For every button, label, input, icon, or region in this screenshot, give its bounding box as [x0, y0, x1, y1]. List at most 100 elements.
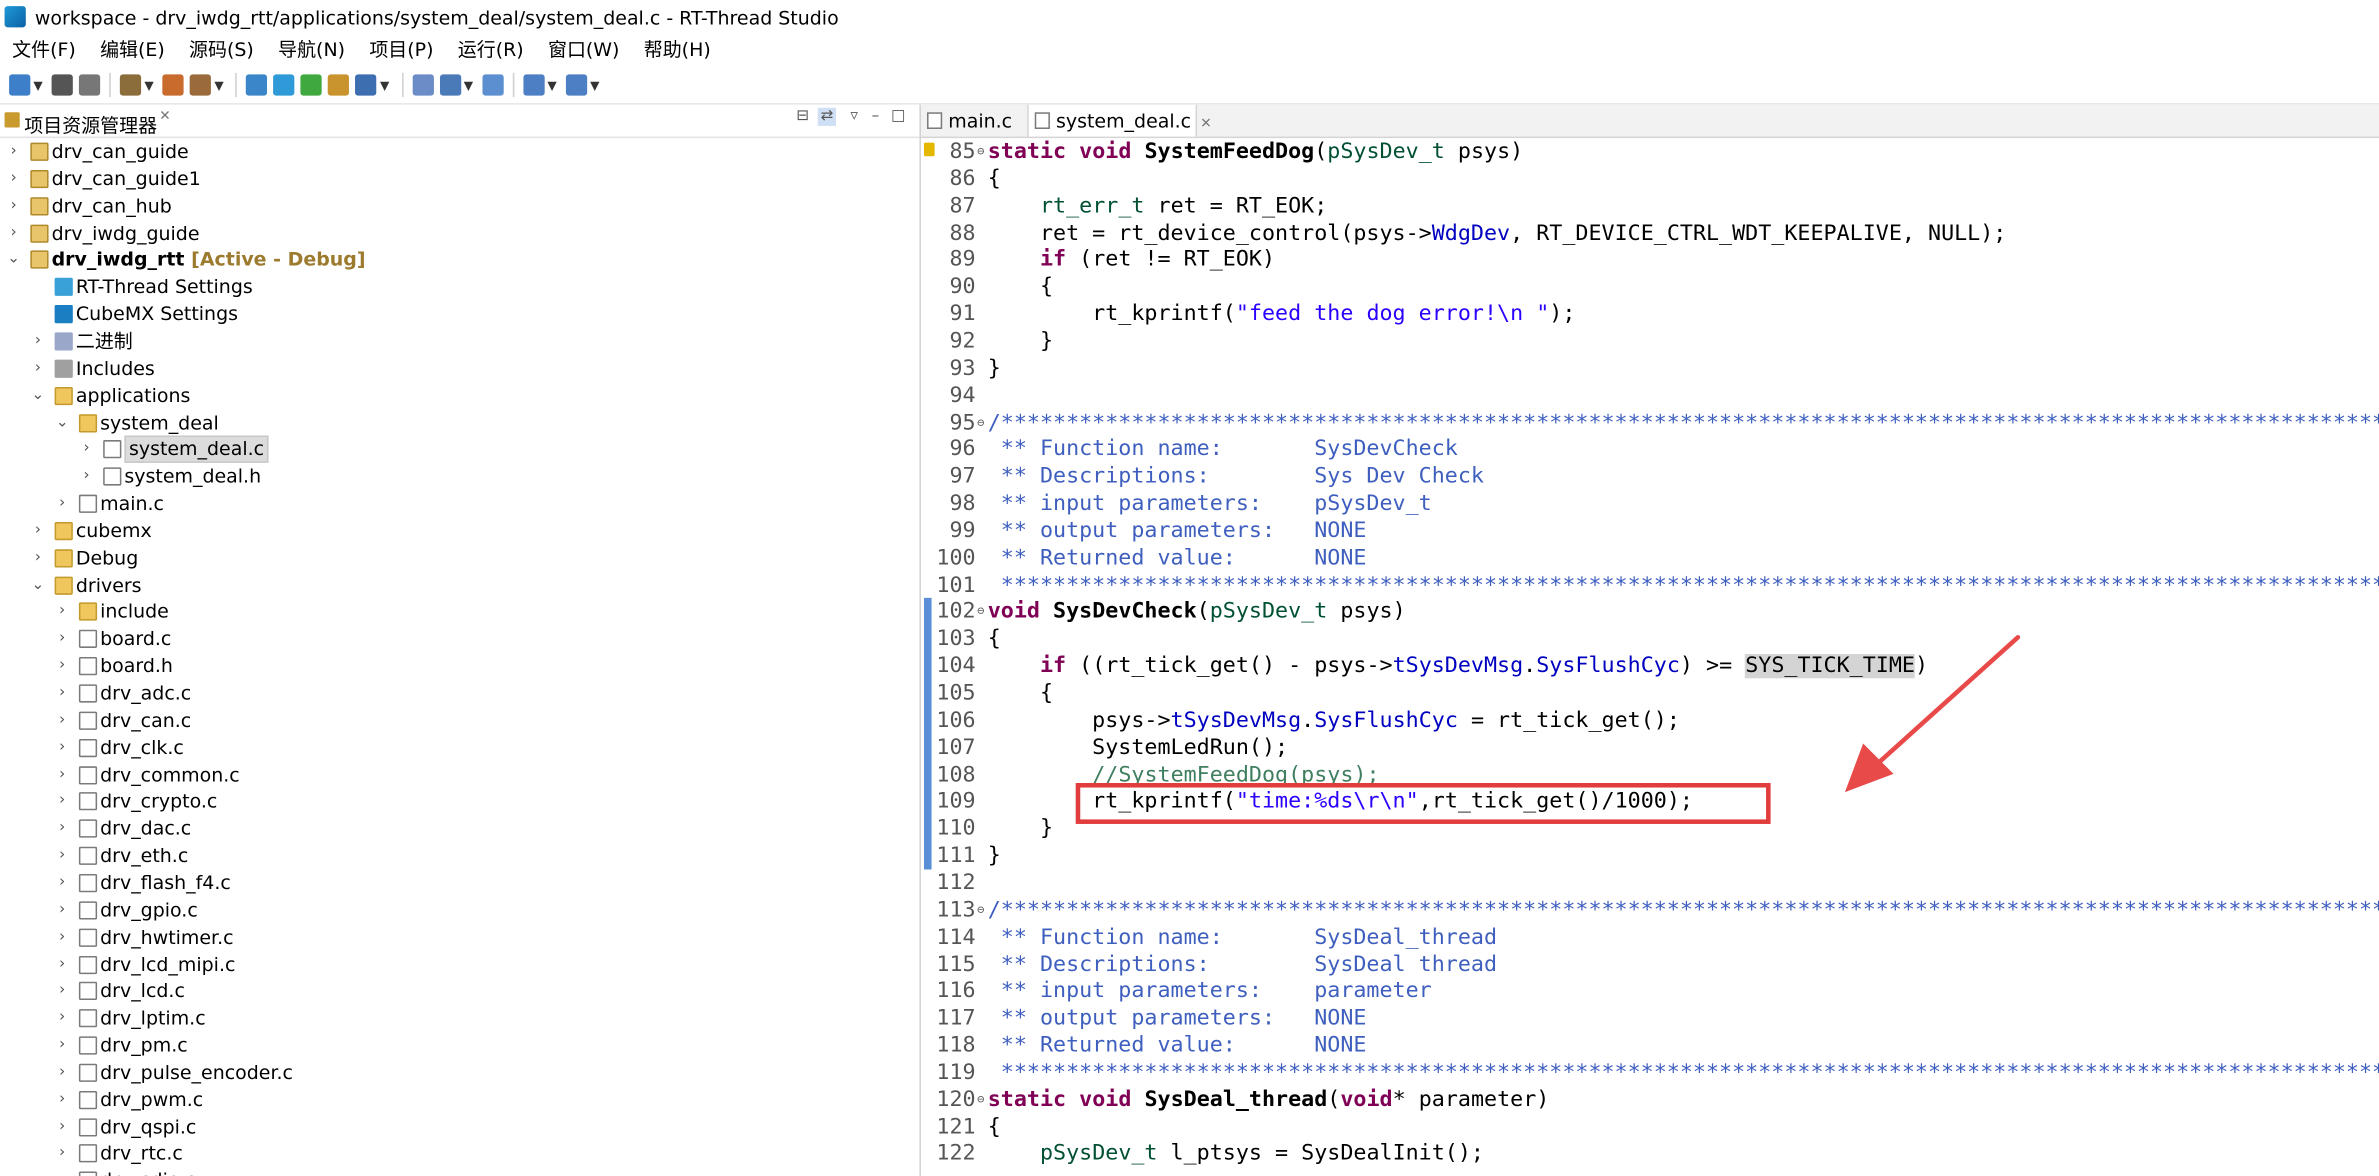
tree-item[interactable]: › Includes — [0, 355, 919, 382]
tree-arrow-icon[interactable]: › — [6, 165, 21, 192]
editor-tab[interactable]: system_deal.c ✕ — [1027, 104, 1212, 137]
tree-item[interactable]: ⌄ system_deal — [0, 409, 919, 436]
tree-item[interactable]: › drv_common.c — [0, 761, 919, 788]
tree-arrow-icon[interactable]: › — [55, 761, 70, 788]
tree-item[interactable]: › drv_qspi.c — [0, 1113, 919, 1140]
menu-item[interactable]: 窗口(W) — [536, 33, 632, 66]
tree-item[interactable]: › board.h — [0, 653, 919, 680]
tree-item[interactable]: › board.c — [0, 626, 919, 653]
tree-item[interactable]: › drv_can_guide — [0, 138, 919, 165]
menu-item[interactable]: 帮助(H) — [632, 33, 723, 66]
tree-arrow-icon[interactable]: › — [55, 734, 70, 761]
tree-arrow-icon[interactable]: › — [55, 490, 70, 517]
menu-item[interactable]: 源码(S) — [177, 33, 266, 66]
tree-arrow-icon[interactable]: › — [30, 355, 45, 382]
back-dropdown-icon[interactable]: ▼ — [547, 78, 556, 92]
tree-item[interactable]: › drv_gpio.c — [0, 896, 919, 923]
tree-item[interactable]: ⌄ drivers — [0, 571, 919, 598]
fold-icon[interactable]: ⊖ — [977, 1086, 986, 1113]
menu-item[interactable]: 编辑(E) — [88, 33, 177, 66]
tree-item[interactable]: › drv_can_hub — [0, 192, 919, 219]
tree-item[interactable]: › include — [0, 599, 919, 626]
tree-arrow-icon[interactable]: › — [55, 1086, 70, 1113]
new-dropdown-icon[interactable]: ▼ — [33, 78, 42, 92]
tree-item[interactable]: ⌄ drv_iwdg_rtt [Active - Debug] — [0, 246, 919, 273]
tree-arrow-icon[interactable]: › — [55, 707, 70, 734]
tree-item[interactable]: › drv_lcd.c — [0, 978, 919, 1005]
tree-arrow-icon[interactable]: › — [30, 517, 45, 544]
tree-item[interactable]: CubeMX Settings — [0, 301, 919, 328]
collapse-all-icon[interactable]: ⊟ — [794, 108, 812, 126]
tree-arrow-icon[interactable]: › — [6, 192, 21, 219]
tree-arrow-icon[interactable]: ⌄ — [55, 409, 70, 436]
tree-arrow-icon[interactable]: › — [55, 680, 70, 707]
fold-icon[interactable]: ⊖ — [977, 409, 986, 436]
tree-item[interactable]: › system_deal.h — [0, 463, 919, 490]
tree-arrow-icon[interactable]: › — [55, 869, 70, 896]
forward-icon[interactable] — [565, 74, 588, 96]
tree-item[interactable]: › drv_pulse_encoder.c — [0, 1059, 919, 1086]
tree-arrow-icon[interactable]: › — [79, 436, 94, 463]
tree-item[interactable]: › drv_can.c — [0, 707, 919, 734]
tree-item[interactable]: RT-Thread Settings — [0, 274, 919, 301]
tree-item[interactable]: › drv_pwm.c — [0, 1086, 919, 1113]
close-tab-icon[interactable]: ✕ — [1200, 117, 1211, 132]
tree-arrow-icon[interactable]: ⌄ — [6, 246, 21, 273]
tree-arrow-icon[interactable]: › — [55, 1059, 70, 1086]
new-icon[interactable] — [9, 74, 31, 96]
flash-dropdown-icon[interactable]: ▼ — [464, 78, 473, 92]
layers-icon[interactable] — [482, 74, 504, 96]
save-icon[interactable] — [51, 74, 74, 96]
tree-item[interactable]: › drv_crypto.c — [0, 788, 919, 815]
tree-item[interactable]: › drv_adc.c — [0, 680, 919, 707]
tree-item[interactable]: › 二进制 — [0, 328, 919, 355]
tree-arrow-icon[interactable]: › — [30, 544, 45, 571]
debug-icon[interactable] — [301, 74, 323, 96]
build-icon[interactable] — [120, 74, 142, 96]
settings-icon[interactable] — [273, 74, 296, 96]
menu-item[interactable]: 文件(F) — [0, 33, 88, 66]
editor-tab[interactable]: main.c — [921, 105, 1024, 137]
fold-icon[interactable]: ⊖ — [977, 896, 986, 923]
tree-item[interactable]: › cubemx — [0, 517, 919, 544]
menu-item[interactable]: 导航(N) — [266, 33, 357, 66]
search-icon[interactable] — [355, 74, 377, 96]
tree-arrow-icon[interactable]: › — [55, 924, 70, 951]
sdk-manager-icon[interactable] — [412, 74, 434, 96]
tree-item[interactable]: › drv_sdio.c — [0, 1167, 919, 1176]
tree-arrow-icon[interactable]: › — [55, 951, 70, 978]
tree-item[interactable]: › drv_clk.c — [0, 734, 919, 761]
build-dropdown-icon[interactable]: ▼ — [144, 78, 153, 92]
tree-item[interactable]: › drv_iwdg_guide — [0, 219, 919, 246]
rebuild-icon[interactable] — [162, 74, 185, 96]
tools-dropdown-icon[interactable]: ▼ — [214, 78, 223, 92]
tree-arrow-icon[interactable]: › — [6, 138, 21, 165]
tree-arrow-icon[interactable]: › — [55, 1032, 70, 1059]
tree-arrow-icon[interactable]: › — [55, 599, 70, 626]
maximize-icon[interactable]: □ — [889, 108, 907, 126]
flash-icon[interactable] — [439, 74, 461, 96]
tree-arrow-icon[interactable]: › — [55, 653, 70, 680]
tree-arrow-icon[interactable]: › — [55, 1167, 70, 1176]
tree-item[interactable]: › drv_flash_f4.c — [0, 869, 919, 896]
tree-item[interactable]: › drv_pm.c — [0, 1032, 919, 1059]
link-editor-icon[interactable]: ⇄ — [817, 107, 836, 126]
tree-item[interactable]: › main.c — [0, 490, 919, 517]
tree-arrow-icon[interactable]: › — [55, 1005, 70, 1032]
tree-arrow-icon[interactable]: ⌄ — [30, 571, 45, 598]
search-dropdown-icon[interactable]: ▼ — [380, 78, 389, 92]
download-icon[interactable] — [328, 74, 350, 96]
tree-arrow-icon[interactable]: › — [55, 842, 70, 869]
menu-item[interactable]: 运行(R) — [446, 33, 536, 66]
tree-item[interactable]: › drv_rtc.c — [0, 1140, 919, 1167]
tree-item[interactable]: › drv_dac.c — [0, 815, 919, 842]
view-menu-icon[interactable]: ▿ — [845, 108, 863, 126]
tree-arrow-icon[interactable]: › — [55, 896, 70, 923]
tree-arrow-icon[interactable]: › — [55, 1113, 70, 1140]
explorer-title[interactable]: 项目资源管理器 — [24, 109, 157, 138]
fold-icon[interactable]: ⊖ — [977, 599, 986, 626]
tree-arrow-icon[interactable]: › — [55, 1140, 70, 1167]
tree-arrow-icon[interactable]: › — [30, 328, 45, 355]
forward-dropdown-icon[interactable]: ▼ — [590, 78, 599, 92]
tree-arrow-icon[interactable]: › — [55, 978, 70, 1005]
